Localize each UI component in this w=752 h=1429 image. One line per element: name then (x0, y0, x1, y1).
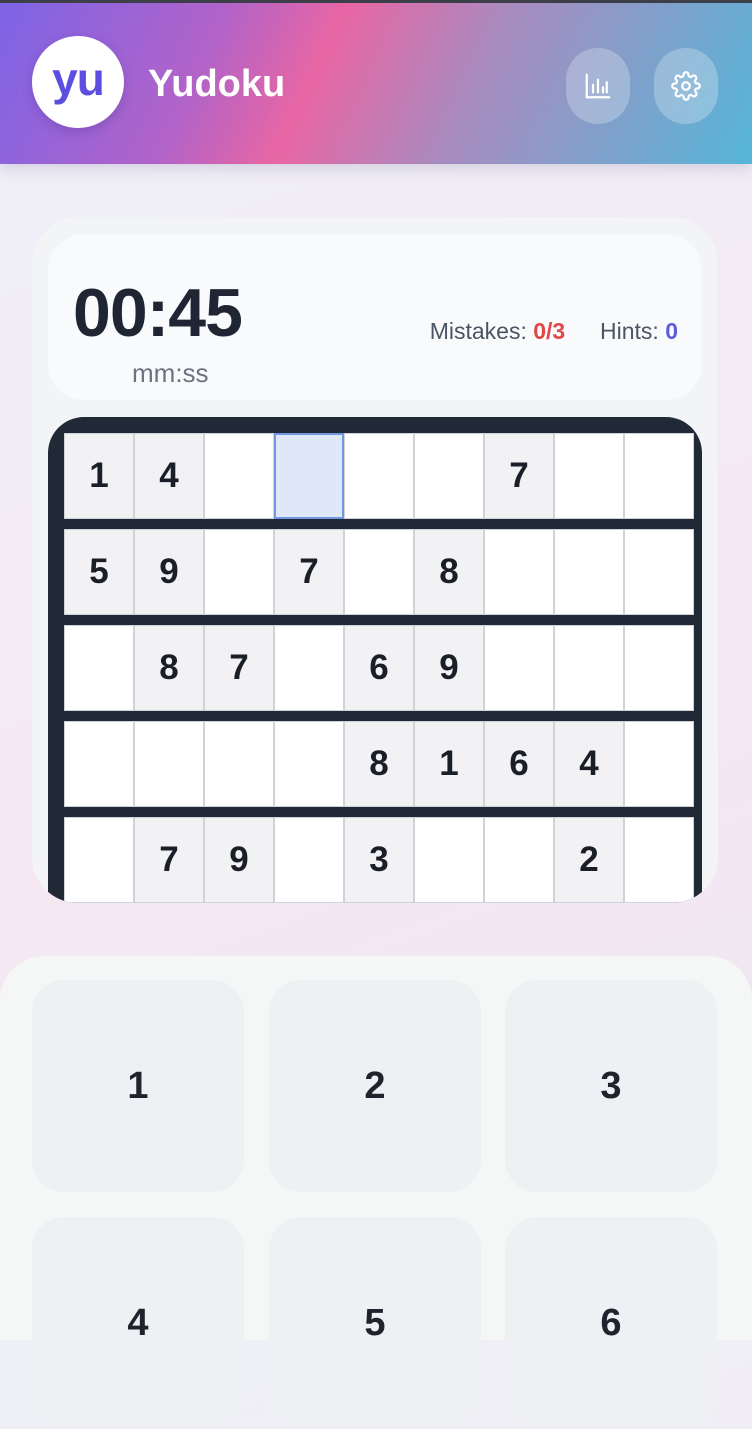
sudoku-cell[interactable]: 1 (414, 721, 484, 807)
sudoku-cell[interactable] (484, 817, 554, 903)
sudoku-cell[interactable] (274, 433, 344, 519)
number-key-1[interactable]: 1 (32, 980, 244, 1192)
sudoku-cell[interactable] (64, 817, 134, 903)
sudoku-cell[interactable] (624, 721, 694, 807)
sudoku-cell[interactable] (344, 529, 414, 615)
logo-text: yu (52, 53, 105, 105)
sudoku-cell[interactable]: 9 (204, 817, 274, 903)
sudoku-cell[interactable] (204, 433, 274, 519)
sudoku-cell[interactable]: 9 (134, 529, 204, 615)
sudoku-cell[interactable]: 9 (414, 625, 484, 711)
sudoku-cell[interactable] (204, 529, 274, 615)
sudoku-cell[interactable] (554, 433, 624, 519)
timer-unit: mm:ss (132, 358, 209, 388)
sudoku-cell[interactable] (624, 433, 694, 519)
sudoku-cell[interactable]: 7 (484, 433, 554, 519)
sudoku-cell[interactable] (624, 529, 694, 615)
sudoku-cell[interactable] (64, 721, 134, 807)
app-logo: yu (32, 36, 124, 128)
sudoku-cell[interactable] (484, 625, 554, 711)
timer: 00:45 (73, 275, 243, 351)
number-key-5[interactable]: 5 (269, 1217, 481, 1429)
sudoku-cell[interactable]: 5 (64, 529, 134, 615)
sudoku-cell[interactable]: 8 (134, 625, 204, 711)
number-key-2[interactable]: 2 (269, 980, 481, 1192)
bar-chart-icon (585, 73, 611, 99)
game-stats: Mistakes: 0/3 Hints: 0 (430, 318, 678, 345)
sudoku-board: 1475978876981647932 (48, 417, 702, 903)
sudoku-cell[interactable] (274, 817, 344, 903)
sudoku-cell[interactable]: 6 (344, 625, 414, 711)
number-pad: 123 456 (0, 956, 752, 1429)
sudoku-cell[interactable] (414, 433, 484, 519)
sudoku-cell[interactable]: 8 (414, 529, 484, 615)
stats-button[interactable] (566, 48, 630, 124)
number-key-6[interactable]: 6 (505, 1217, 717, 1429)
app-title: Yudoku (148, 63, 286, 105)
sudoku-cell[interactable] (554, 625, 624, 711)
sudoku-cell[interactable] (554, 529, 624, 615)
app-header: yu Yudoku (0, 3, 752, 164)
number-key-3[interactable]: 3 (505, 980, 717, 1192)
sudoku-cell[interactable]: 1 (64, 433, 134, 519)
sudoku-cell[interactable]: 8 (344, 721, 414, 807)
sudoku-cell[interactable]: 7 (274, 529, 344, 615)
sudoku-cell[interactable] (64, 625, 134, 711)
sudoku-cell[interactable]: 4 (554, 721, 624, 807)
hints-label: Hints: (600, 318, 659, 344)
sudoku-cell[interactable]: 6 (484, 721, 554, 807)
sudoku-cell[interactable] (274, 721, 344, 807)
sudoku-cell[interactable] (624, 817, 694, 903)
hints-value: 0 (665, 318, 678, 344)
sudoku-cell[interactable]: 7 (204, 625, 274, 711)
sudoku-cell[interactable]: 4 (134, 433, 204, 519)
sudoku-cell[interactable] (344, 433, 414, 519)
sudoku-cell[interactable] (484, 529, 554, 615)
sudoku-cell[interactable] (624, 625, 694, 711)
mistakes-value: 0/3 (533, 318, 566, 344)
sudoku-cell[interactable]: 7 (134, 817, 204, 903)
sudoku-cell[interactable] (134, 721, 204, 807)
sudoku-cell[interactable] (414, 817, 484, 903)
number-key-4[interactable]: 4 (32, 1217, 244, 1429)
sudoku-cell[interactable]: 2 (554, 817, 624, 903)
mistakes-label: Mistakes: (429, 318, 527, 344)
gear-icon (671, 71, 701, 101)
sudoku-cell[interactable] (274, 625, 344, 711)
settings-button[interactable] (654, 48, 718, 124)
sudoku-cell[interactable]: 3 (344, 817, 414, 903)
game-card: 00:45 mm:ss Mistakes: 0/3 Hints: 0 14759… (32, 217, 718, 903)
sudoku-cell[interactable] (204, 721, 274, 807)
status-panel: 00:45 mm:ss Mistakes: 0/3 Hints: 0 (48, 234, 702, 400)
